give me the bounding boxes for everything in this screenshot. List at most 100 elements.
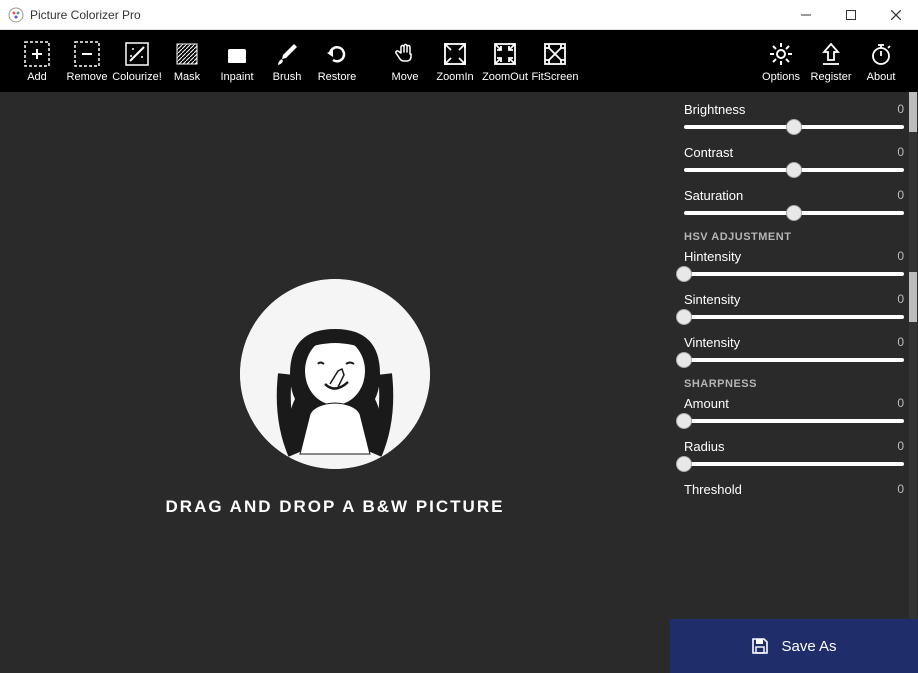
slider-track[interactable] (684, 419, 904, 423)
zoomin-button[interactable]: ZoomIn (430, 33, 480, 89)
amount-label: Amount (684, 396, 729, 411)
mask-button[interactable]: Mask (162, 33, 212, 89)
slider-thumb[interactable] (786, 205, 802, 221)
vintensity-label: Vintensity (684, 335, 740, 350)
colourize-label: Colourize! (112, 71, 162, 83)
radius-label: Radius (684, 439, 724, 454)
zoomin-label: ZoomIn (436, 71, 473, 83)
brightness-slider[interactable]: Brightness 0 (684, 102, 904, 129)
slider-thumb[interactable] (786, 119, 802, 135)
contrast-label: Contrast (684, 145, 733, 160)
save-as-label: Save As (781, 638, 836, 655)
slider-thumb[interactable] (676, 352, 692, 368)
radius-value: 0 (897, 439, 904, 454)
drop-text: DRAG AND DROP A B&W PICTURE (166, 497, 505, 517)
about-button[interactable]: About (856, 33, 906, 89)
undo-icon (324, 39, 350, 69)
app-icon (8, 7, 24, 23)
sintensity-label: Sintensity (684, 292, 740, 307)
slider-thumb[interactable] (676, 266, 692, 282)
slider-track[interactable] (684, 315, 904, 319)
move-label: Move (392, 71, 419, 83)
about-label: About (867, 71, 896, 83)
slider-thumb[interactable] (676, 456, 692, 472)
brightness-value: 0 (897, 102, 904, 117)
contrast-slider[interactable]: Contrast 0 (684, 145, 904, 172)
slider-track[interactable] (684, 211, 904, 215)
slider-track[interactable] (684, 168, 904, 172)
mask-icon (174, 39, 200, 69)
amount-value: 0 (897, 396, 904, 411)
slider-track[interactable] (684, 272, 904, 276)
sharpness-section-title: SHARPNESS (684, 378, 904, 390)
sintensity-slider[interactable]: Sintensity 0 (684, 292, 904, 319)
slider-thumb[interactable] (676, 309, 692, 325)
slider-track[interactable] (684, 462, 904, 466)
contrast-value: 0 (897, 145, 904, 160)
titlebar: Picture Colorizer Pro (0, 0, 918, 30)
gear-icon (768, 39, 794, 69)
options-label: Options (762, 71, 800, 83)
adjustments-panel: Brightness 0 Contrast 0 Saturation 0 HSV AD… (670, 92, 918, 673)
brush-button[interactable]: Brush (262, 33, 312, 89)
panel-scrollbar[interactable] (909, 92, 917, 619)
fitscreen-label: FitScreen (531, 71, 578, 83)
register-button[interactable]: Register (806, 33, 856, 89)
slider-thumb[interactable] (676, 413, 692, 429)
add-button[interactable]: Add (12, 33, 62, 89)
register-label: Register (811, 71, 852, 83)
threshold-slider[interactable]: Threshold 0 (684, 482, 904, 497)
scrollbar-thumb[interactable] (909, 272, 917, 322)
amount-slider[interactable]: Amount 0 (684, 396, 904, 423)
mask-label: Mask (174, 71, 200, 83)
eraser-icon (224, 39, 250, 69)
stopwatch-icon (868, 39, 894, 69)
slider-thumb[interactable] (786, 162, 802, 178)
save-as-button[interactable]: Save As (670, 619, 918, 673)
main-toolbar: Add Remove Colourize! Mask (0, 30, 918, 92)
inpaint-button[interactable]: Inpaint (212, 33, 262, 89)
zoomout-label: ZoomOut (482, 71, 528, 83)
scrollbar-thumb-top[interactable] (909, 92, 917, 132)
colourize-button[interactable]: Colourize! (112, 33, 162, 89)
remove-icon (74, 39, 100, 69)
move-button[interactable]: Move (380, 33, 430, 89)
slider-track[interactable] (684, 125, 904, 129)
vintensity-slider[interactable]: Vintensity 0 (684, 335, 904, 362)
restore-button[interactable]: Restore (312, 33, 362, 89)
upload-icon (818, 39, 844, 69)
slider-track[interactable] (684, 358, 904, 362)
brightness-label: Brightness (684, 102, 745, 117)
restore-label: Restore (318, 71, 357, 83)
threshold-value: 0 (897, 482, 904, 497)
threshold-label: Threshold (684, 482, 742, 497)
hintensity-label: Hintensity (684, 249, 741, 264)
wand-icon (124, 39, 150, 69)
hand-icon (392, 39, 418, 69)
inpaint-label: Inpaint (220, 71, 253, 83)
minimize-button[interactable] (783, 0, 828, 30)
saturation-value: 0 (897, 188, 904, 203)
fitscreen-button[interactable]: FitScreen (530, 33, 580, 89)
save-icon (751, 637, 769, 655)
maximize-button[interactable] (828, 0, 873, 30)
hsv-section-title: HSV ADJUSTMENT (684, 231, 904, 243)
window-controls (783, 0, 918, 30)
saturation-slider[interactable]: Saturation 0 (684, 188, 904, 215)
add-icon (24, 39, 50, 69)
hintensity-value: 0 (897, 249, 904, 264)
radius-slider[interactable]: Radius 0 (684, 439, 904, 466)
zoom-out-icon (492, 39, 518, 69)
brush-label: Brush (273, 71, 302, 83)
remove-button[interactable]: Remove (62, 33, 112, 89)
options-button[interactable]: Options (756, 33, 806, 89)
hintensity-slider[interactable]: Hintensity 0 (684, 249, 904, 276)
add-label: Add (27, 71, 47, 83)
remove-label: Remove (67, 71, 108, 83)
saturation-label: Saturation (684, 188, 743, 203)
sintensity-value: 0 (897, 292, 904, 307)
canvas-area[interactable]: DRAG AND DROP A B&W PICTURE (0, 92, 670, 673)
vintensity-value: 0 (897, 335, 904, 350)
zoomout-button[interactable]: ZoomOut (480, 33, 530, 89)
close-button[interactable] (873, 0, 918, 30)
